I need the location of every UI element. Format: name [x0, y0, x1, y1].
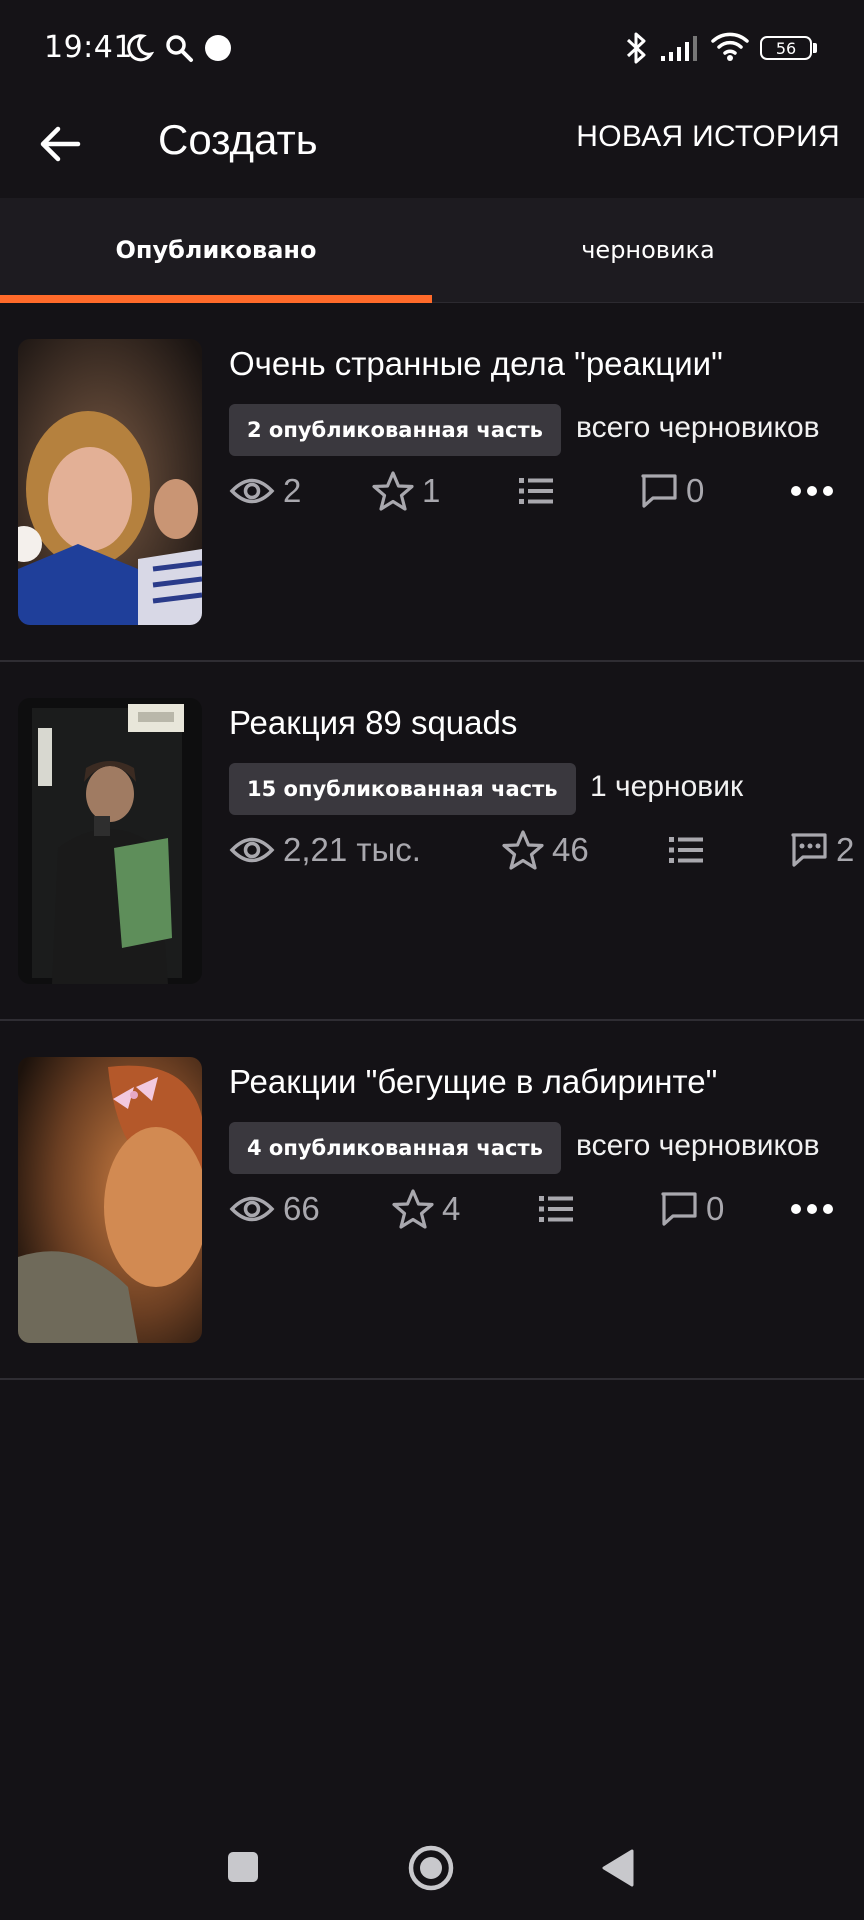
votes-stat: 46: [502, 822, 589, 878]
list-icon: [519, 478, 553, 504]
back-nav-button[interactable]: [600, 1848, 636, 1888]
list-icon: [539, 1196, 573, 1222]
comment-icon: [661, 1192, 697, 1226]
views-stat: 2: [229, 463, 301, 519]
star-icon: [502, 830, 544, 870]
story-title[interactable]: Реакция 89 squads: [229, 704, 517, 742]
more-options-icon[interactable]: [788, 1196, 836, 1222]
star-icon: [392, 1189, 434, 1229]
comment-icon: [641, 474, 677, 508]
views-count: 66: [283, 1190, 320, 1227]
home-button[interactable]: [407, 1844, 455, 1892]
comments-stat: 2: [790, 822, 854, 878]
tab-drafts[interactable]: черновика: [432, 198, 864, 302]
search-icon: [166, 35, 193, 62]
eye-icon: [229, 1196, 275, 1222]
status-bar: 19:41 56: [0, 0, 864, 96]
published-parts-badge: 2 опубликованная часть: [229, 404, 561, 456]
system-nav-bar: [0, 1810, 864, 1920]
story-title[interactable]: Реакции "бегущие в лабиринте": [229, 1063, 717, 1101]
comment-icon: [791, 833, 827, 867]
views-count: 2,21 тыс.: [283, 831, 421, 868]
published-parts-badge: 15 опубликованная часть: [229, 763, 576, 815]
votes-count: 1: [422, 472, 441, 509]
parts-list-stat[interactable]: [668, 822, 712, 878]
dot-icon: [205, 35, 231, 61]
wifi-icon: [711, 32, 749, 61]
drafts-count: всего черновиков: [576, 411, 820, 444]
page-title: Создать: [158, 116, 318, 163]
votes-stat: 1: [372, 463, 440, 519]
more-options-icon[interactable]: [788, 478, 836, 504]
eye-icon: [229, 837, 275, 863]
app-bar: Создать НОВАЯ ИСТОРИЯ: [0, 96, 864, 198]
comments-count: 0: [706, 1190, 725, 1227]
drafts-count: всего черновиков: [576, 1129, 820, 1162]
comments-count: 0: [686, 472, 705, 509]
signal-icon: [661, 36, 697, 61]
eye-icon: [229, 478, 275, 504]
active-tab-indicator: [0, 295, 432, 303]
recents-button[interactable]: [226, 1850, 260, 1884]
tab-published[interactable]: Опубликовано: [0, 198, 432, 302]
comments-stat: 0: [660, 1181, 724, 1237]
votes-count: 46: [552, 831, 589, 868]
battery-tip: [813, 43, 817, 53]
comments-count: 2: [836, 831, 855, 868]
battery-level: 56: [775, 38, 797, 58]
views-stat: 66: [229, 1181, 320, 1237]
comments-stat: 0: [640, 463, 704, 519]
arrow-left-icon: [40, 126, 81, 162]
votes-stat: 4: [392, 1181, 460, 1237]
story-row[interactable]: Очень странные дела "реакции" 2 опублико…: [0, 303, 864, 662]
views-count: 2: [283, 472, 302, 509]
list-icon: [669, 837, 703, 863]
story-row[interactable]: Реакция 89 squads 15 опубликованная част…: [0, 662, 864, 1021]
battery-icon: 56: [760, 36, 812, 60]
published-parts-badge: 4 опубликованная часть: [229, 1122, 561, 1174]
votes-count: 4: [442, 1190, 461, 1227]
bluetooth-icon: [626, 32, 646, 64]
parts-list-stat[interactable]: [538, 1181, 582, 1237]
back-button[interactable]: [34, 114, 94, 174]
story-row[interactable]: Реакции "бегущие в лабиринте" 4 опублико…: [0, 1021, 864, 1380]
new-story-button[interactable]: НОВАЯ ИСТОРИЯ: [576, 120, 840, 154]
views-stat: 2,21 тыс.: [229, 822, 421, 878]
story-cover-image[interactable]: [18, 698, 202, 984]
parts-list-stat[interactable]: [518, 463, 562, 519]
moon-icon: [127, 34, 154, 62]
tab-bar: Опубликовано черновика: [0, 198, 864, 303]
story-title[interactable]: Очень странные дела "реакции": [229, 345, 723, 383]
story-cover-image[interactable]: [18, 339, 202, 625]
star-icon: [372, 471, 414, 511]
status-time: 19:41: [44, 30, 133, 65]
story-cover-image[interactable]: [18, 1057, 202, 1343]
drafts-count: 1 черновик: [590, 770, 744, 803]
